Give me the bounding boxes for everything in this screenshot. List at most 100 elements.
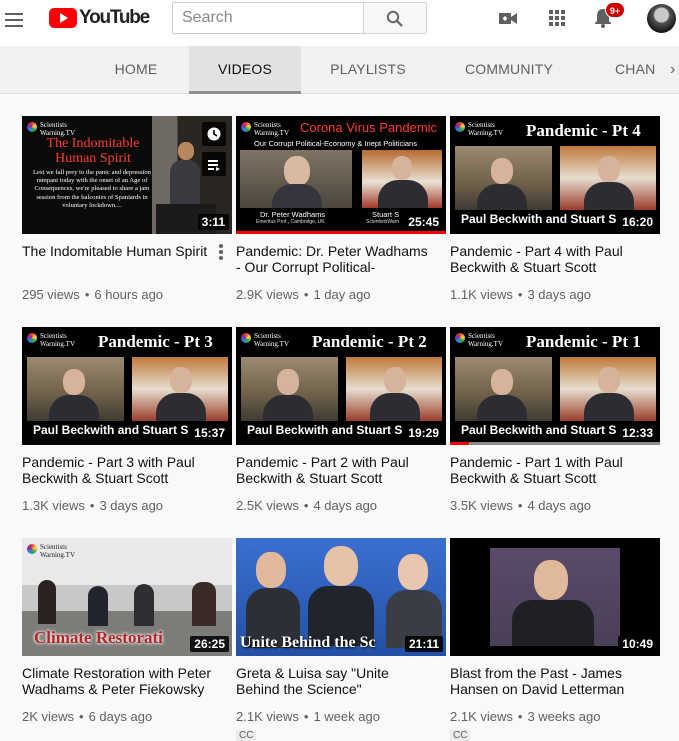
host-video-panel bbox=[560, 146, 656, 210]
video-duration: 21:11 bbox=[404, 636, 443, 652]
thumbnail-headline: Climate Restorati bbox=[34, 628, 163, 647]
video-title[interactable]: Pandemic - Part 3 with Paul Beckwith & S… bbox=[22, 454, 214, 486]
host-face bbox=[598, 156, 620, 182]
watch-progress-track bbox=[450, 442, 660, 445]
upload-age: 6 hours ago bbox=[94, 287, 164, 302]
view-count: 2.5K views bbox=[236, 498, 299, 513]
video-duration: 25:45 bbox=[404, 214, 443, 230]
search-button[interactable] bbox=[363, 2, 427, 34]
video-thumbnail[interactable]: Scientists Warning.TV Corona Virus Pande… bbox=[236, 116, 446, 234]
guest-video-panel bbox=[240, 150, 352, 208]
guest-body bbox=[512, 600, 594, 646]
view-count: 2.1K views bbox=[450, 709, 513, 724]
metadata-separator: • bbox=[79, 709, 84, 724]
thumbnail-headline: Pandemic - Pt 3 bbox=[98, 332, 213, 351]
chevron-right-icon[interactable]: › bbox=[670, 61, 679, 79]
thumbnail-headline: The Indomitable Human Spirit bbox=[46, 136, 140, 166]
video-thumbnail[interactable]: Scientists Warning.TV Climate Restorati … bbox=[22, 538, 232, 656]
host-body bbox=[370, 393, 420, 421]
video-card: Unite Behind the Sc 21:11 Greta & Luisa … bbox=[236, 538, 448, 741]
video-duration: 26:25 bbox=[190, 636, 229, 652]
thumbnail-body-text: Lest we fall prey to the panic and depre… bbox=[33, 169, 151, 209]
video-thumbnail[interactable]: Scientists Warning.TV Pandemic - Pt 2 Pa… bbox=[236, 327, 446, 445]
closed-captions-badge: CC bbox=[236, 730, 257, 741]
video-metadata: 2.5K views • 4 days ago bbox=[236, 498, 377, 513]
view-count: 2K views bbox=[22, 709, 75, 724]
video-thumbnail[interactable]: Unite Behind the Sc 21:11 bbox=[236, 538, 446, 656]
video-title[interactable]: Pandemic - Part 1 with Paul Beckwith & S… bbox=[450, 454, 642, 486]
tab-playlists[interactable]: PLAYLISTS bbox=[312, 46, 424, 94]
add-to-queue-button[interactable] bbox=[202, 152, 226, 176]
video-card: 10:49 Blast from the Past - James Hansen… bbox=[450, 538, 662, 741]
view-count: 2.1K views bbox=[236, 709, 299, 724]
video-title[interactable]: Pandemic - Part 2 with Paul Beckwith & S… bbox=[236, 454, 428, 486]
create-video-icon[interactable] bbox=[497, 7, 519, 29]
video-title[interactable]: Climate Restoration with Peter Wadhams &… bbox=[22, 665, 214, 697]
search-input[interactable] bbox=[172, 2, 363, 34]
guest-face bbox=[284, 156, 310, 186]
tab-home[interactable]: HOME bbox=[88, 46, 184, 94]
video-metadata: 295 views • 6 hours ago bbox=[22, 287, 163, 302]
apps-grid-icon[interactable] bbox=[546, 7, 568, 29]
channel-logo-mark: Scientists Warning.TV bbox=[455, 332, 515, 348]
video-metadata: 1.3K views • 3 days ago bbox=[22, 498, 163, 513]
upload-age: 4 days ago bbox=[313, 498, 378, 513]
guest-face bbox=[491, 158, 513, 184]
video-card: Scientists Warning.TV Pandemic - Pt 1 Pa… bbox=[450, 327, 662, 527]
guest-face bbox=[534, 560, 568, 600]
channel-logo-mark: Scientists Warning.TV bbox=[27, 332, 87, 348]
channel-logo-mark: Scientists Warning.TV bbox=[241, 332, 301, 348]
video-card: Scientists Warning.TV Corona Virus Pande… bbox=[236, 116, 448, 316]
tab-videos[interactable]: VIDEOS bbox=[189, 46, 301, 94]
video-thumbnail[interactable]: Scientists Warning.TV The Indomitable Hu… bbox=[22, 116, 232, 234]
video-card: Scientists Warning.TV Climate Restorati … bbox=[22, 538, 234, 738]
video-thumbnail[interactable]: Scientists Warning.TV Pandemic - Pt 3 Pa… bbox=[22, 327, 232, 445]
metadata-separator: • bbox=[303, 287, 309, 302]
guest-body bbox=[477, 395, 527, 421]
video-title[interactable]: Pandemic - Part 4 with Paul Beckwith & S… bbox=[450, 243, 642, 275]
metadata-separator: • bbox=[303, 709, 309, 724]
video-title[interactable]: Greta & Luisa say "Unite Behind the Scie… bbox=[236, 665, 428, 697]
hamburger-menu-icon[interactable] bbox=[4, 8, 26, 30]
video-metadata: 1.1K views • 3 days ago bbox=[450, 287, 591, 302]
channel-logo-mark: Scientists Warning.TV bbox=[27, 543, 87, 559]
host-face bbox=[170, 367, 192, 393]
host-video-panel bbox=[560, 357, 656, 421]
metadata-separator: • bbox=[517, 498, 523, 513]
video-title[interactable]: The Indomitable Human Spirit bbox=[22, 243, 214, 259]
panelist-4 bbox=[192, 582, 216, 626]
upload-age: 3 weeks ago bbox=[527, 709, 601, 724]
view-count: 295 views bbox=[22, 287, 80, 302]
upload-age: 3 days ago bbox=[99, 498, 164, 513]
upload-age: 4 days ago bbox=[527, 498, 592, 513]
guest-face bbox=[277, 369, 299, 395]
video-thumbnail[interactable]: Scientists Warning.TV Pandemic - Pt 1 Pa… bbox=[450, 327, 660, 445]
video-title[interactable]: Pandemic: Dr. Peter Wadhams - Our Corrup… bbox=[236, 243, 428, 275]
upload-age: 1 week ago bbox=[313, 709, 380, 724]
guest-video-panel bbox=[455, 357, 552, 421]
video-thumbnail[interactable]: Scientists Warning.TV Pandemic - Pt 4 Pa… bbox=[450, 116, 660, 234]
more-actions-icon[interactable] bbox=[218, 244, 224, 260]
video-thumbnail[interactable]: 10:49 bbox=[450, 538, 660, 656]
channel-logo-mark: Scientists Warning.TV bbox=[455, 121, 515, 137]
metadata-separator: • bbox=[303, 498, 309, 513]
left-speaker-face bbox=[256, 552, 286, 588]
thumbnail-headline: Pandemic - Pt 1 bbox=[526, 332, 641, 351]
notification-count-badge: 9+ bbox=[605, 2, 625, 18]
channel-logo-mark: Scientists Warning.TV bbox=[241, 121, 301, 137]
host-body bbox=[378, 180, 428, 208]
panelist-3 bbox=[134, 584, 154, 626]
thumbnail-headline: Pandemic - Pt 4 bbox=[526, 121, 641, 140]
center-speaker-face bbox=[324, 546, 358, 586]
host-video-panel bbox=[132, 357, 228, 421]
video-title[interactable]: Blast from the Past - James Hansen on Da… bbox=[450, 665, 642, 697]
tab-channels[interactable]: CHAN bbox=[605, 46, 665, 94]
host-face bbox=[384, 367, 406, 393]
masthead: YouTube 9+ bbox=[0, 0, 679, 46]
watch-later-button[interactable] bbox=[202, 122, 226, 146]
host-name: Stuart S bbox=[372, 210, 400, 219]
host-affiliation: ScientistsWarn bbox=[366, 219, 400, 225]
tab-community[interactable]: COMMUNITY bbox=[450, 46, 568, 94]
video-duration: 15:37 bbox=[190, 425, 229, 441]
account-avatar[interactable] bbox=[647, 4, 676, 33]
